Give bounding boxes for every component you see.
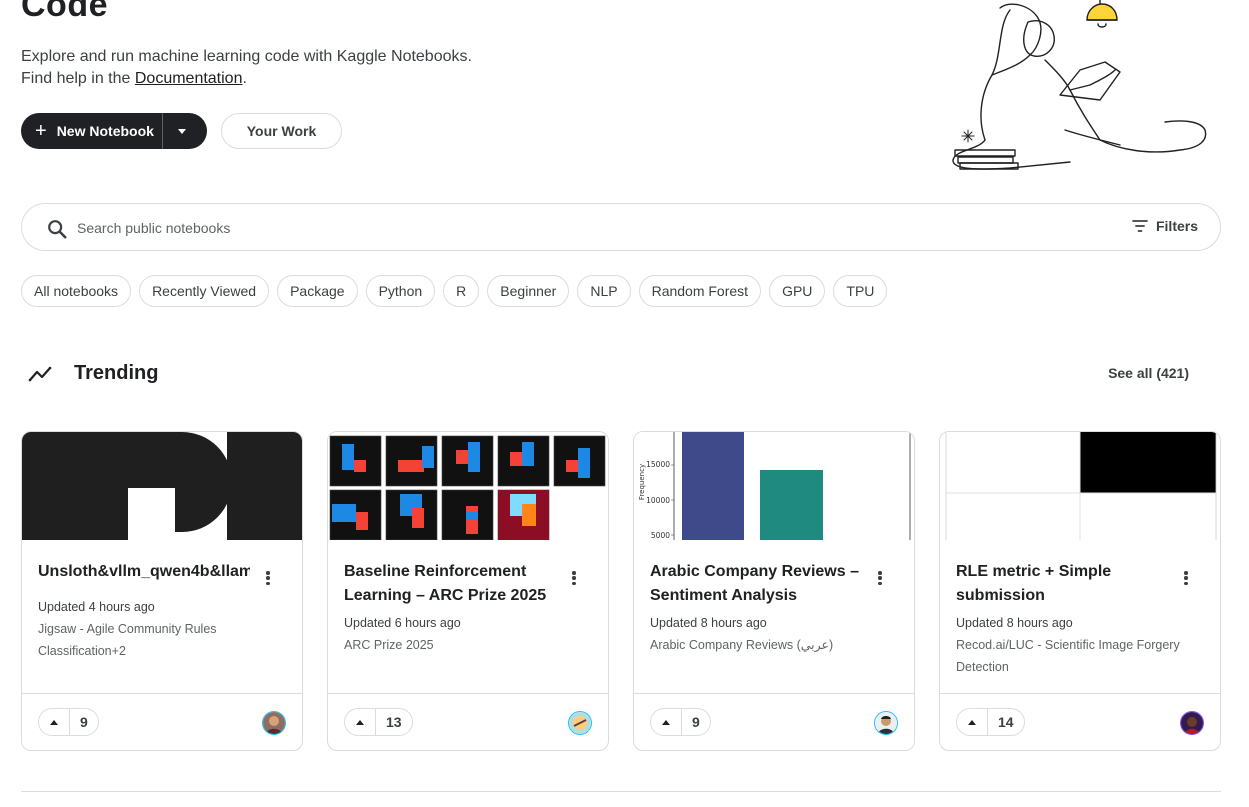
notebook-thumbnail: Frequency 15000 10000 5000 — [634, 432, 914, 540]
notebook-updated: Updated 8 hours ago — [956, 616, 1073, 630]
notebook-competition[interactable]: ARC Prize 2025 — [344, 634, 434, 656]
notebook-title[interactable]: Arabic Company Reviews – Sentiment Analy… — [650, 560, 864, 608]
documentation-link[interactable]: Documentation — [135, 70, 243, 87]
search-icon — [48, 220, 67, 239]
notebook-card[interactable]: Baseline Reinforcement Learning – ARC Pr… — [327, 431, 609, 751]
filters-button[interactable]: Filters — [1132, 218, 1198, 234]
new-notebook-group: + New Notebook — [21, 113, 207, 149]
author-avatar[interactable] — [568, 711, 592, 735]
upvote-arrow-icon — [968, 719, 976, 725]
vote-count: 13 — [386, 714, 402, 730]
notebook-thumbnail — [328, 432, 608, 540]
notebook-card[interactable]: RLE metric + Simple submission Updated 8… — [939, 431, 1221, 751]
new-notebook-button[interactable]: + New Notebook — [21, 113, 162, 149]
chip-recently-viewed[interactable]: Recently Viewed — [139, 275, 270, 307]
upvote-widget: 13 — [344, 708, 413, 736]
see-all-link[interactable]: See all (421) — [1108, 365, 1189, 381]
trending-icon — [28, 366, 52, 382]
notebook-title[interactable]: Baseline Reinforcement Learning – ARC Pr… — [344, 560, 558, 608]
more-options-icon[interactable] — [1178, 570, 1194, 586]
author-avatar[interactable] — [1180, 711, 1204, 735]
notebook-updated: Updated 8 hours ago — [650, 616, 767, 630]
upvote-arrow-icon — [356, 719, 364, 725]
your-work-button[interactable]: Your Work — [221, 113, 342, 149]
chip-nlp[interactable]: NLP — [577, 275, 631, 307]
filter-chips: All notebooks Recently Viewed Package Py… — [21, 275, 888, 307]
chart-tick: 15000 — [646, 460, 670, 469]
chip-all-notebooks[interactable]: All notebooks — [21, 275, 132, 307]
vote-count: 14 — [998, 714, 1014, 730]
card-footer: 9 — [22, 693, 302, 750]
card-footer: 13 — [328, 693, 608, 750]
upvote-button[interactable] — [957, 709, 988, 735]
caret-down-icon — [177, 128, 186, 134]
chip-r[interactable]: R — [443, 275, 480, 307]
notebook-competition[interactable]: Recod.ai/LUC - Scientific Image Forgery — [956, 634, 1180, 656]
chart-tick: 5000 — [651, 531, 670, 540]
chart-ylabel: Frequency — [638, 464, 646, 500]
upvote-widget: 9 — [38, 708, 99, 736]
notebook-thumbnail — [22, 432, 302, 540]
notebook-competition[interactable]: Arabic Company Reviews (عربي) — [650, 634, 833, 656]
upvote-button[interactable] — [651, 709, 682, 735]
chip-tpu[interactable]: TPU — [833, 275, 888, 307]
hero-illustration — [952, 0, 1207, 170]
help-suffix: . — [242, 70, 247, 87]
notebook-card[interactable]: Frequency 15000 10000 5000 Arabic Compan… — [633, 431, 915, 751]
notebook-title[interactable]: RLE metric + Simple submission — [956, 560, 1170, 608]
chip-random-forest[interactable]: Random Forest — [638, 275, 762, 307]
new-notebook-dropdown-button[interactable] — [161, 113, 207, 149]
upvote-widget: 9 — [650, 708, 711, 736]
upvote-widget: 14 — [956, 708, 1025, 736]
more-options-icon[interactable] — [566, 570, 582, 586]
new-notebook-label: New Notebook — [56, 123, 154, 139]
help-line: Find help in the Documentation. — [21, 68, 472, 90]
author-avatar[interactable] — [262, 711, 286, 735]
notebook-competition-more[interactable]: Detection — [956, 656, 1009, 678]
help-prefix: Find help in the — [21, 70, 135, 87]
trending-header: Trending See all (421) — [28, 358, 1193, 388]
page-description: Explore and run machine learning code wi… — [21, 46, 472, 90]
filter-icon — [1132, 220, 1148, 232]
card-footer: 14 — [940, 693, 1220, 750]
page-title: Code — [21, 0, 108, 24]
upvote-button[interactable] — [345, 709, 376, 735]
chart-tick: 10000 — [646, 496, 670, 505]
notebook-updated: Updated 4 hours ago — [38, 600, 155, 614]
more-options-icon[interactable] — [872, 570, 888, 586]
vote-count: 9 — [692, 714, 700, 730]
notebook-card[interactable]: Unsloth&vllm_qwen4b&llam Updated 4 hours… — [21, 431, 303, 751]
search-input[interactable] — [77, 216, 1077, 240]
chip-gpu[interactable]: GPU — [769, 275, 826, 307]
notebook-updated: Updated 6 hours ago — [344, 616, 461, 630]
author-avatar[interactable] — [874, 711, 898, 735]
more-options-icon[interactable] — [260, 570, 276, 586]
upvote-arrow-icon — [50, 719, 58, 725]
section-divider — [21, 791, 1221, 792]
chip-python[interactable]: Python — [365, 275, 436, 307]
notebook-competition-more[interactable]: Classification+2 — [38, 640, 126, 662]
notebook-title[interactable]: Unsloth&vllm_qwen4b&llam — [38, 560, 250, 584]
notebook-thumbnail — [940, 432, 1220, 540]
vote-count: 9 — [80, 714, 88, 730]
upvote-button[interactable] — [39, 709, 70, 735]
card-footer: 9 — [634, 693, 914, 750]
plus-icon: + — [35, 120, 47, 142]
notebook-competition[interactable]: Jigsaw - Agile Community Rules — [38, 618, 217, 640]
chip-package[interactable]: Package — [277, 275, 358, 307]
chip-beginner[interactable]: Beginner — [487, 275, 570, 307]
filters-label: Filters — [1155, 218, 1198, 234]
trending-title: Trending — [74, 361, 159, 384]
upvote-arrow-icon — [662, 719, 670, 725]
search-bar: Filters — [21, 203, 1221, 251]
description-line: Explore and run machine learning code wi… — [21, 48, 472, 65]
